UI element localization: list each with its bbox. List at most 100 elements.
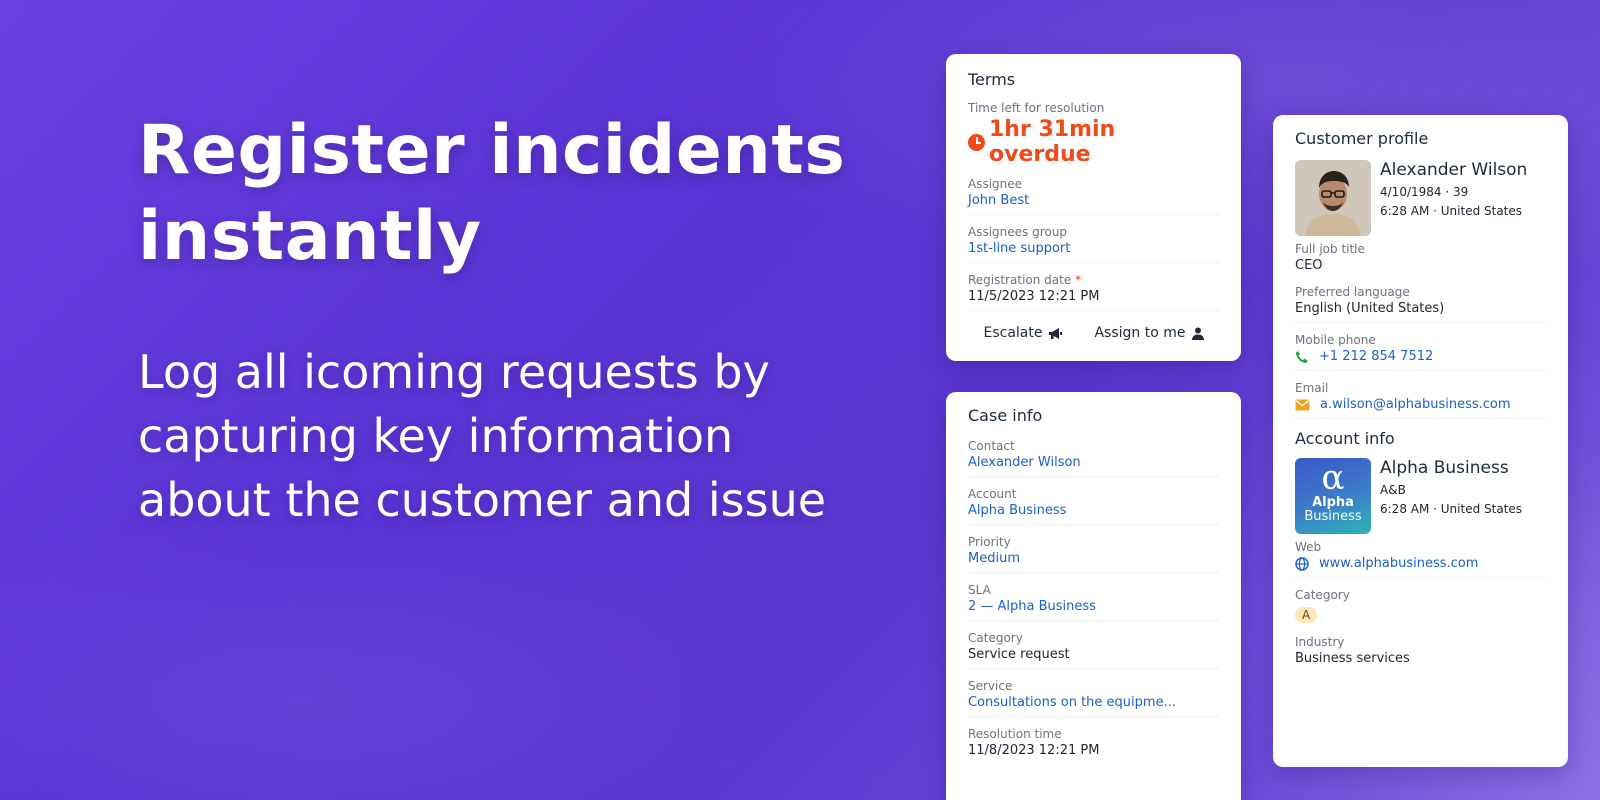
hero-subtitle: Log all icoming requests by capturing ke…	[138, 340, 878, 532]
mobile-phone-field: Mobile phone +1 212 854 7512	[1295, 333, 1546, 371]
terms-card: Terms Time left for resolution 1hr 31min…	[946, 54, 1241, 361]
service-field: Service Consultations on the equipme...	[968, 679, 1219, 717]
industry-value[interactable]: Business services	[1295, 651, 1546, 666]
job-title-value[interactable]: CEO	[1295, 258, 1546, 273]
phone-icon	[1296, 350, 1308, 363]
registration-date-value[interactable]: 11/5/2023 12:21 PM	[968, 289, 1219, 304]
web-link[interactable]: www.alphabusiness.com	[1319, 556, 1478, 571]
account-field: Account Alpha Business	[968, 487, 1219, 525]
resolution-time-value[interactable]: 11/8/2023 12:21 PM	[968, 743, 1219, 758]
time-left-label: Time left for resolution	[968, 101, 1105, 115]
contact-field: Contact Alexander Wilson	[968, 439, 1219, 477]
account-summary: α Alpha Business Alpha Business A&B 6:28…	[1295, 458, 1546, 534]
overdue-indicator: 1hr 31min overdue	[968, 117, 1219, 167]
preferred-language-value[interactable]: English (United States)	[1295, 301, 1546, 316]
customer-local-time: 6:28 AM · United States	[1380, 204, 1523, 218]
sla-label: SLA	[968, 583, 991, 597]
required-marker: *	[1075, 273, 1082, 287]
email-label: Email	[1295, 381, 1329, 395]
customer-profile-card: Customer profile Alexander Wilson 4/10/1…	[1273, 115, 1568, 767]
service-link[interactable]: Consultations on the equipme...	[968, 695, 1219, 710]
account-local-time: 6:28 AM · United States	[1380, 502, 1523, 516]
hero: Register incidents instantly Log all ico…	[138, 108, 878, 532]
resolution-time-field: Resolution time 11/8/2023 12:21 PM	[968, 727, 1219, 764]
customer-birth: 4/10/1984 · 39	[1380, 185, 1469, 199]
case-info-title: Case info	[968, 406, 1043, 425]
email-line: a.wilson@alphabusiness.com	[1295, 397, 1546, 412]
priority-link[interactable]: Medium	[968, 551, 1219, 566]
contact-link[interactable]: Alexander Wilson	[968, 455, 1219, 470]
person-icon	[1191, 327, 1204, 340]
assignee-label: Assignee	[968, 177, 1023, 191]
logo-line1: Alpha	[1312, 495, 1354, 510]
account-category-label: Category	[1295, 588, 1350, 602]
assignee-field: Assignee John Best	[968, 177, 1219, 215]
assignees-group-field: Assignees group 1st-line support	[968, 225, 1219, 263]
web-line: www.alphabusiness.com	[1295, 556, 1546, 571]
escalate-button[interactable]: Escalate	[983, 325, 1063, 341]
account-link[interactable]: Alpha Business	[968, 503, 1219, 518]
account-name: Alpha Business	[1380, 458, 1509, 478]
avatar[interactable]	[1295, 160, 1371, 236]
overdue-value: 1hr 31min overdue	[989, 117, 1116, 167]
category-field: Category Service request	[968, 631, 1219, 669]
globe-icon	[1295, 556, 1309, 571]
mobile-phone-label: Mobile phone	[1295, 333, 1376, 347]
hero-title-line1: Register incidents	[138, 111, 846, 190]
hero-subtitle-line1: Log all icoming requests by	[138, 345, 770, 399]
sla-field: SLA 2 — Alpha Business	[968, 583, 1219, 621]
sla-link[interactable]: 2 — Alpha Business	[968, 599, 1219, 614]
hero-subtitle-line2: capturing key information	[138, 409, 734, 463]
logo-symbol: α	[1321, 458, 1345, 498]
assign-to-me-button[interactable]: Assign to me	[1094, 325, 1204, 341]
time-left-field: Time left for resolution 1hr 31min overd…	[968, 101, 1219, 167]
service-label: Service	[968, 679, 1013, 693]
assign-to-me-label: Assign to me	[1094, 325, 1186, 341]
company-logo[interactable]: α Alpha Business	[1295, 458, 1371, 534]
contact-label: Contact	[968, 439, 1015, 453]
customer-details: Alexander Wilson 4/10/1984 · 39 6:28 AM …	[1380, 160, 1527, 236]
preferred-language-label: Preferred language	[1295, 285, 1410, 299]
customer-profile-title: Customer profile	[1295, 129, 1429, 148]
resolution-time-label: Resolution time	[968, 727, 1062, 741]
preferred-language-field: Preferred language English (United State…	[1295, 285, 1546, 323]
hero-title-line2: instantly	[138, 197, 482, 276]
account-code: A&B	[1380, 483, 1406, 497]
terms-title: Terms	[968, 70, 1016, 89]
logo-line2: Business	[1304, 509, 1362, 524]
category-value[interactable]: Service request	[968, 647, 1219, 662]
person-portrait-icon	[1295, 160, 1371, 236]
megaphone-icon	[1049, 327, 1063, 339]
email-icon	[1295, 399, 1310, 410]
account-label: Account	[968, 487, 1017, 501]
registration-date-field: Registration date * 11/5/2023 12:21 PM	[968, 273, 1219, 311]
mobile-phone-link[interactable]: +1 212 854 7512	[1319, 349, 1433, 364]
customer-summary: Alexander Wilson 4/10/1984 · 39 6:28 AM …	[1295, 160, 1546, 236]
account-info-title: Account info	[1295, 429, 1395, 448]
account-details: Alpha Business A&B 6:28 AM · United Stat…	[1380, 458, 1522, 534]
hero-title: Register incidents instantly	[138, 108, 878, 280]
customer-name: Alexander Wilson	[1380, 160, 1528, 180]
job-title-field: Full job title CEO	[1295, 242, 1546, 273]
category-label: Category	[968, 631, 1023, 645]
email-field: Email a.wilson@alphabusiness.com	[1295, 381, 1546, 419]
web-label: Web	[1295, 540, 1322, 554]
priority-label: Priority	[968, 535, 1011, 549]
terms-actions: Escalate Assign to me	[968, 319, 1219, 341]
assignees-group-label: Assignees group	[968, 225, 1067, 239]
web-field: Web www.alphabusiness.com	[1295, 540, 1546, 578]
assignee-link[interactable]: John Best	[968, 193, 1219, 208]
registration-date-label-text: Registration date	[968, 273, 1072, 287]
industry-field: Industry Business services	[1295, 635, 1546, 666]
escalate-label: Escalate	[983, 325, 1043, 341]
case-info-card: Case info Contact Alexander Wilson Accou…	[946, 392, 1241, 800]
email-link[interactable]: a.wilson@alphabusiness.com	[1320, 397, 1511, 412]
category-badge[interactable]: A	[1295, 607, 1318, 623]
registration-date-label: Registration date *	[968, 273, 1219, 287]
assignees-group-link[interactable]: 1st-line support	[968, 241, 1219, 256]
account-category-field: Category A	[1295, 588, 1546, 623]
priority-field: Priority Medium	[968, 535, 1219, 573]
job-title-label: Full job title	[1295, 242, 1365, 256]
mobile-phone-line: +1 212 854 7512	[1295, 349, 1546, 364]
hero-subtitle-line3: about the customer and issue	[138, 473, 827, 527]
